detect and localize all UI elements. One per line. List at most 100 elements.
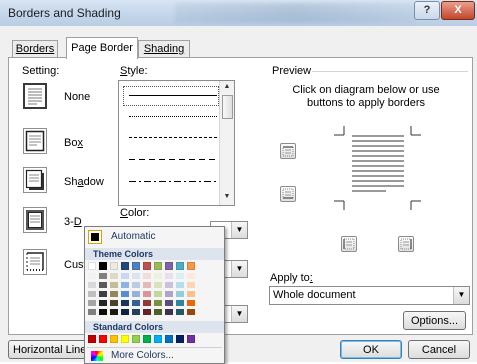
cancel-button[interactable]: Cancel <box>408 340 470 359</box>
theme-shade-swatch[interactable] <box>154 282 162 288</box>
standard-color-swatch[interactable] <box>132 335 140 343</box>
scroll-thumb[interactable] <box>222 95 233 119</box>
standard-color-swatch[interactable] <box>143 335 151 343</box>
theme-shade-swatch[interactable] <box>121 300 129 306</box>
theme-shade-swatch[interactable] <box>176 282 184 288</box>
setting-3d-icon[interactable] <box>23 207 47 233</box>
theme-color-swatch[interactable] <box>154 262 162 270</box>
theme-shade-swatch[interactable] <box>132 291 140 297</box>
theme-shade-swatch[interactable] <box>110 282 118 288</box>
tab-page-border[interactable]: Page Border <box>66 37 138 59</box>
theme-shade-swatch[interactable] <box>132 273 140 279</box>
theme-shade-swatch[interactable] <box>143 291 151 297</box>
apply-to-dropdown-arrow-icon[interactable]: ▼ <box>453 287 469 304</box>
theme-shade-swatch[interactable] <box>121 273 129 279</box>
theme-shade-swatch[interactable] <box>187 291 195 297</box>
theme-shade-swatch[interactable] <box>132 282 140 288</box>
theme-color-swatch[interactable] <box>99 262 107 270</box>
theme-shade-swatch[interactable] <box>88 282 96 288</box>
bottom-border-button[interactable] <box>280 186 296 202</box>
theme-shade-swatch[interactable] <box>154 273 162 279</box>
help-button[interactable]: ? <box>414 1 440 20</box>
theme-shade-swatch[interactable] <box>121 291 129 297</box>
standard-color-swatch[interactable] <box>99 335 107 343</box>
theme-shade-swatch[interactable] <box>88 300 96 306</box>
theme-shade-swatch[interactable] <box>154 291 162 297</box>
theme-shade-swatch[interactable] <box>88 309 96 315</box>
theme-color-swatch[interactable] <box>132 262 140 270</box>
style-line-dotted[interactable] <box>129 116 217 117</box>
theme-shade-swatch[interactable] <box>121 282 129 288</box>
theme-shade-swatch[interactable] <box>176 309 184 315</box>
theme-color-swatch[interactable] <box>187 262 195 270</box>
tab-shading[interactable]: Shading <box>138 40 190 58</box>
theme-shade-swatch[interactable] <box>176 273 184 279</box>
style-list[interactable]: ▲ ▼ <box>118 80 235 206</box>
standard-color-swatch[interactable] <box>187 335 195 343</box>
theme-shade-swatch[interactable] <box>99 282 107 288</box>
theme-shade-swatch[interactable] <box>88 291 96 297</box>
theme-shade-swatch[interactable] <box>99 273 107 279</box>
scroll-down-arrow-icon[interactable]: ▼ <box>220 191 234 203</box>
theme-shade-swatch[interactable] <box>165 291 173 297</box>
standard-color-swatch[interactable] <box>154 335 162 343</box>
theme-shade-swatch[interactable] <box>165 309 173 315</box>
tab-borders[interactable]: Borders <box>12 40 58 58</box>
theme-shade-swatch[interactable] <box>154 300 162 306</box>
theme-color-swatch[interactable] <box>176 262 184 270</box>
theme-color-swatch[interactable] <box>110 262 118 270</box>
left-border-button[interactable] <box>341 236 357 252</box>
standard-color-swatch[interactable] <box>176 335 184 343</box>
standard-color-swatch[interactable] <box>88 335 96 343</box>
style-line-small-dash[interactable] <box>129 137 217 138</box>
theme-shade-swatch[interactable] <box>110 291 118 297</box>
setting-none-icon[interactable] <box>23 83 47 109</box>
theme-color-swatch[interactable] <box>143 262 151 270</box>
theme-shade-swatch[interactable] <box>110 273 118 279</box>
style-scrollbar[interactable]: ▲ ▼ <box>219 81 234 205</box>
more-colors-link[interactable]: More Colors... <box>111 350 174 361</box>
theme-shade-swatch[interactable] <box>110 309 118 315</box>
setting-shadow-icon[interactable] <box>23 167 47 193</box>
right-border-button[interactable] <box>398 236 414 252</box>
theme-shade-swatch[interactable] <box>99 300 107 306</box>
theme-shade-swatch[interactable] <box>99 309 107 315</box>
theme-shade-swatch[interactable] <box>165 273 173 279</box>
theme-shade-swatch[interactable] <box>187 273 195 279</box>
theme-shade-swatch[interactable] <box>99 291 107 297</box>
preview-diagram[interactable] <box>324 118 434 214</box>
standard-color-swatch[interactable] <box>121 335 129 343</box>
theme-shade-swatch[interactable] <box>154 309 162 315</box>
scroll-up-arrow-icon[interactable]: ▲ <box>220 81 234 93</box>
apply-to-dropdown[interactable]: Whole document ▼ <box>269 286 470 305</box>
setting-box-label[interactable]: Box <box>64 137 83 149</box>
theme-shade-swatch[interactable] <box>143 282 151 288</box>
theme-shade-swatch[interactable] <box>187 300 195 306</box>
style-line-dash[interactable] <box>129 159 217 160</box>
style-selected-row[interactable] <box>123 86 219 106</box>
setting-shadow-label[interactable]: Shadow <box>64 176 104 188</box>
options-button[interactable]: Options... <box>403 311 466 330</box>
close-button[interactable]: X <box>441 1 475 20</box>
theme-shade-swatch[interactable] <box>88 273 96 279</box>
width-dropdown[interactable]: ▼ <box>222 260 248 278</box>
top-border-button[interactable] <box>280 143 296 159</box>
theme-shade-swatch[interactable] <box>143 273 151 279</box>
theme-color-swatch[interactable] <box>121 262 129 270</box>
automatic-swatch[interactable] <box>88 230 102 244</box>
theme-color-swatch[interactable] <box>165 262 173 270</box>
theme-shade-swatch[interactable] <box>110 300 118 306</box>
standard-color-swatch[interactable] <box>165 335 173 343</box>
theme-color-swatch[interactable] <box>88 262 96 270</box>
theme-shade-swatch[interactable] <box>176 300 184 306</box>
art-dropdown[interactable]: ▼ <box>222 305 248 323</box>
art-dropdown-arrow-icon[interactable]: ▼ <box>231 306 247 322</box>
style-line-dash-dot[interactable] <box>129 181 217 182</box>
color-dropdown-arrow-icon[interactable]: ▼ <box>231 222 247 238</box>
ok-button[interactable]: OK <box>340 340 402 359</box>
theme-shade-swatch[interactable] <box>165 282 173 288</box>
theme-shade-swatch[interactable] <box>132 300 140 306</box>
width-dropdown-arrow-icon[interactable]: ▼ <box>231 261 247 277</box>
theme-shade-swatch[interactable] <box>121 309 129 315</box>
setting-3d-label[interactable]: 3-D <box>64 216 82 228</box>
